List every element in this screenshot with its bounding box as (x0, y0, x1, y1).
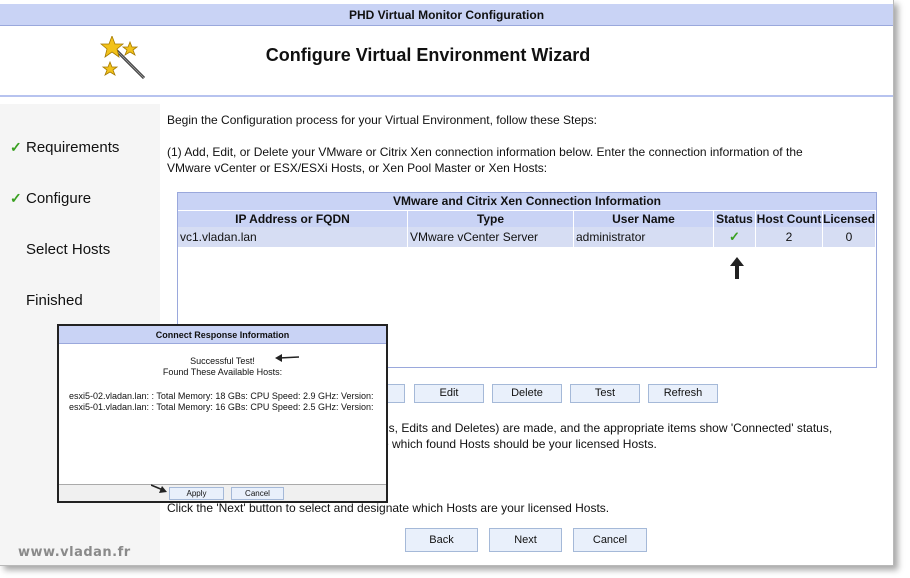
watermark: www.vladan.fr (18, 545, 131, 560)
table-row[interactable]: vc1.vladan.lan VMware vCenter Server adm… (178, 227, 876, 247)
col-host-count[interactable]: Host Count (756, 211, 823, 227)
step-requirements: ✓ Requirements (10, 139, 120, 156)
cell-ip: vc1.vladan.lan (178, 227, 408, 247)
col-ip[interactable]: IP Address or FQDN (178, 211, 408, 227)
step-configure: ✓ Configure (10, 190, 92, 207)
dialog-success-text: Successful Test! (190, 356, 255, 366)
table-caption: VMware and Citrix Xen Connection Informa… (178, 193, 876, 210)
cell-status: ✓ (714, 227, 756, 247)
step1-text-line2: VMware vCenter or ESX/ESXi Hosts, or Xen… (167, 161, 548, 175)
refresh-button[interactable]: Refresh (648, 384, 718, 403)
cell-type: VMware vCenter Server (408, 227, 574, 247)
delete-button[interactable]: Delete (492, 384, 562, 403)
step1-text-line1: (1) Add, Edit, or Delete your VMware or … (167, 145, 803, 159)
step2-text-line2: e which found Hosts should be your licen… (382, 437, 657, 451)
table-header: IP Address or FQDN Type User Name Status… (178, 210, 876, 227)
edit-button[interactable]: Edit (414, 384, 484, 403)
dialog-found-text: Found These Available Hosts: (162, 367, 283, 377)
step2-text-line1: ds, Edits and Deletes) are made, and the… (382, 421, 833, 435)
col-user[interactable]: User Name (574, 211, 714, 227)
connect-response-dialog: Connect Response Information Successful … (57, 324, 388, 503)
arrow-right-icon (151, 484, 167, 493)
col-type[interactable]: Type (408, 211, 574, 227)
col-status[interactable]: Status (714, 211, 756, 227)
dialog-cancel-button[interactable]: Cancel (231, 487, 284, 500)
dialog-apply-button[interactable]: Apply (169, 487, 224, 500)
next-button[interactable]: Next (489, 528, 562, 552)
dialog-body: Successful Test! Found These Available H… (59, 344, 386, 484)
wizard-window: PHD Virtual Monitor Configuration Config… (0, 0, 894, 566)
cancel-button[interactable]: Cancel (573, 528, 647, 552)
cell-licensed: 0 (823, 227, 876, 247)
cell-user: administrator (574, 227, 714, 247)
dialog-footer: Apply Cancel (59, 484, 386, 501)
dialog-host-line: esxi5-01.vladan.lan: : Total Memory: 16 … (69, 402, 374, 412)
check-icon: ✓ (10, 190, 22, 206)
step-select-hosts: Select Hosts (26, 241, 111, 258)
arrow-up-icon (730, 257, 744, 279)
check-icon: ✓ (10, 139, 22, 155)
header-divider (0, 95, 893, 97)
back-button[interactable]: Back (405, 528, 478, 552)
dialog-host-line: esxi5-02.vladan.lan: : Total Memory: 18 … (69, 391, 374, 401)
arrow-left-icon (275, 354, 299, 362)
window-title: PHD Virtual Monitor Configuration (0, 4, 893, 26)
col-licensed[interactable]: Licensed (823, 211, 876, 227)
wizard-title: Configure Virtual Environment Wizard (265, 45, 591, 65)
cell-host-count: 2 (756, 227, 823, 247)
dialog-title: Connect Response Information (59, 326, 386, 344)
intro-text: Begin the Configuration process for your… (167, 113, 598, 127)
test-button[interactable]: Test (570, 384, 640, 403)
status-ok-check-icon: ✓ (729, 229, 740, 244)
step-finished: Finished (26, 292, 83, 309)
